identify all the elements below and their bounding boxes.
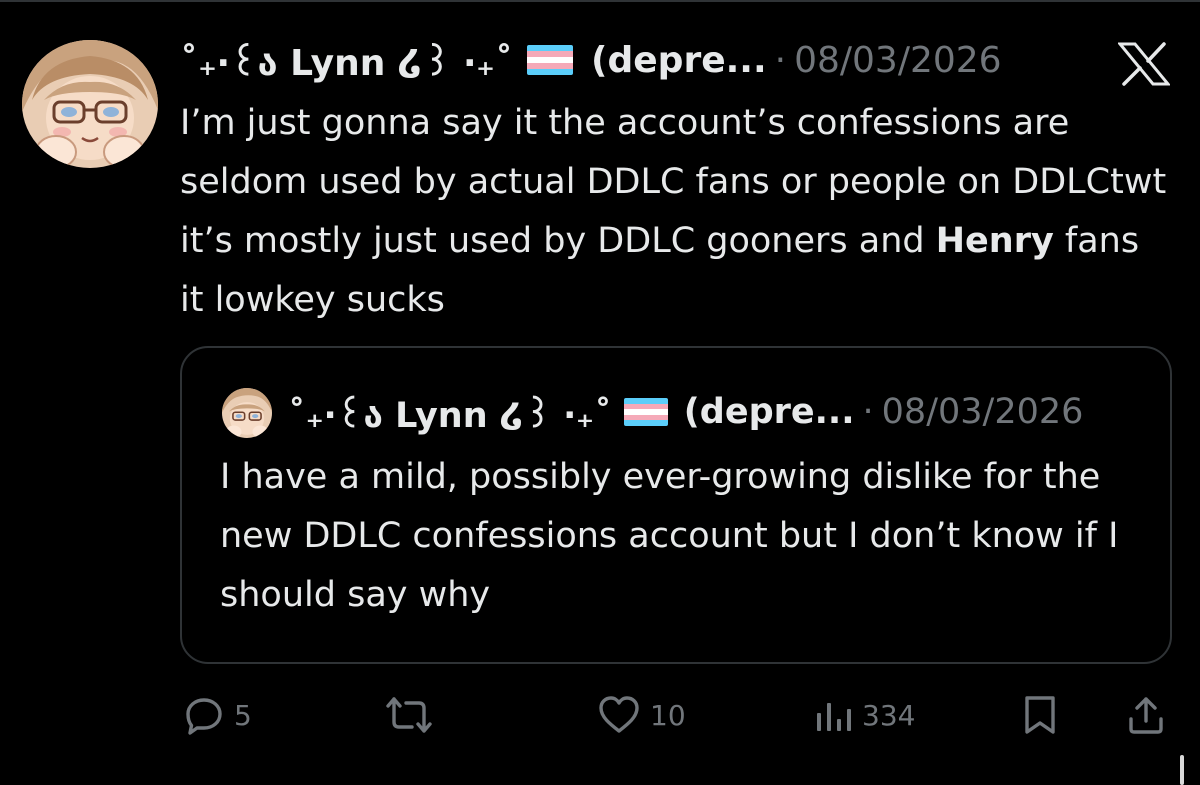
quoted-post-date: 08/03/2026 — [881, 392, 1084, 432]
x-logo-icon — [1118, 42, 1170, 86]
header-separator: · — [774, 39, 787, 81]
author-handle[interactable]: (depre... — [591, 40, 767, 81]
heart-icon — [599, 696, 639, 733]
like-button[interactable]: 10 — [598, 690, 686, 740]
reply-count: 5 — [234, 698, 252, 732]
top-divider — [0, 0, 1200, 2]
post-header: ˚₊‧꒰ა Lynn ໒꒱ ‧₊˚ (depre... · 08/03/2026 — [180, 34, 1002, 86]
share-icon — [1129, 697, 1163, 734]
share-button[interactable] — [1126, 690, 1166, 740]
views-count: 334 — [862, 698, 916, 732]
post-text: I’m just gonna say it the account’s conf… — [180, 94, 1170, 330]
quoted-author-display-name: ˚₊‧꒰ა Lynn ໒꒱ ‧₊˚ — [288, 395, 612, 436]
like-count: 10 — [650, 698, 686, 732]
scrollbar-thumb[interactable] — [1180, 755, 1184, 785]
views-button[interactable]: 334 — [814, 690, 915, 740]
bookmark-button[interactable] — [1022, 690, 1058, 740]
quoted-post-header: ˚₊‧꒰ა Lynn ໒꒱ ‧₊˚ (depre... · 08/03/2026 — [288, 386, 1083, 438]
quoted-header-separator: · — [862, 392, 874, 432]
reply-button[interactable]: 5 — [184, 690, 252, 740]
repost-icon — [386, 697, 432, 733]
quoted-post-card[interactable]: ˚₊‧꒰ა Lynn ໒꒱ ‧₊˚ (depre... · 08/03/2026… — [180, 346, 1172, 664]
trans-flag-icon — [623, 398, 668, 426]
quoted-author-handle: (depre... — [683, 392, 855, 432]
quoted-post-text: I have a mild, possibly ever-growing dis… — [220, 457, 1119, 615]
author-avatar[interactable] — [22, 40, 158, 168]
trans-flag-icon — [527, 45, 574, 75]
repost-button[interactable] — [386, 690, 442, 740]
post-text-bold: Henry — [935, 221, 1054, 261]
anime-avatar-icon — [22, 40, 158, 168]
reply-icon — [186, 698, 222, 735]
quoted-author-avatar — [222, 388, 272, 438]
author-display-name[interactable]: ˚₊‧꒰ა Lynn ໒꒱ ‧₊˚ — [180, 36, 513, 84]
post-date[interactable]: 08/03/2026 — [794, 40, 1002, 81]
anime-avatar-icon — [222, 388, 272, 438]
bookmark-icon — [1025, 696, 1055, 734]
views-icon — [817, 703, 851, 731]
action-bar: 5 10 334 — [180, 690, 1180, 740]
